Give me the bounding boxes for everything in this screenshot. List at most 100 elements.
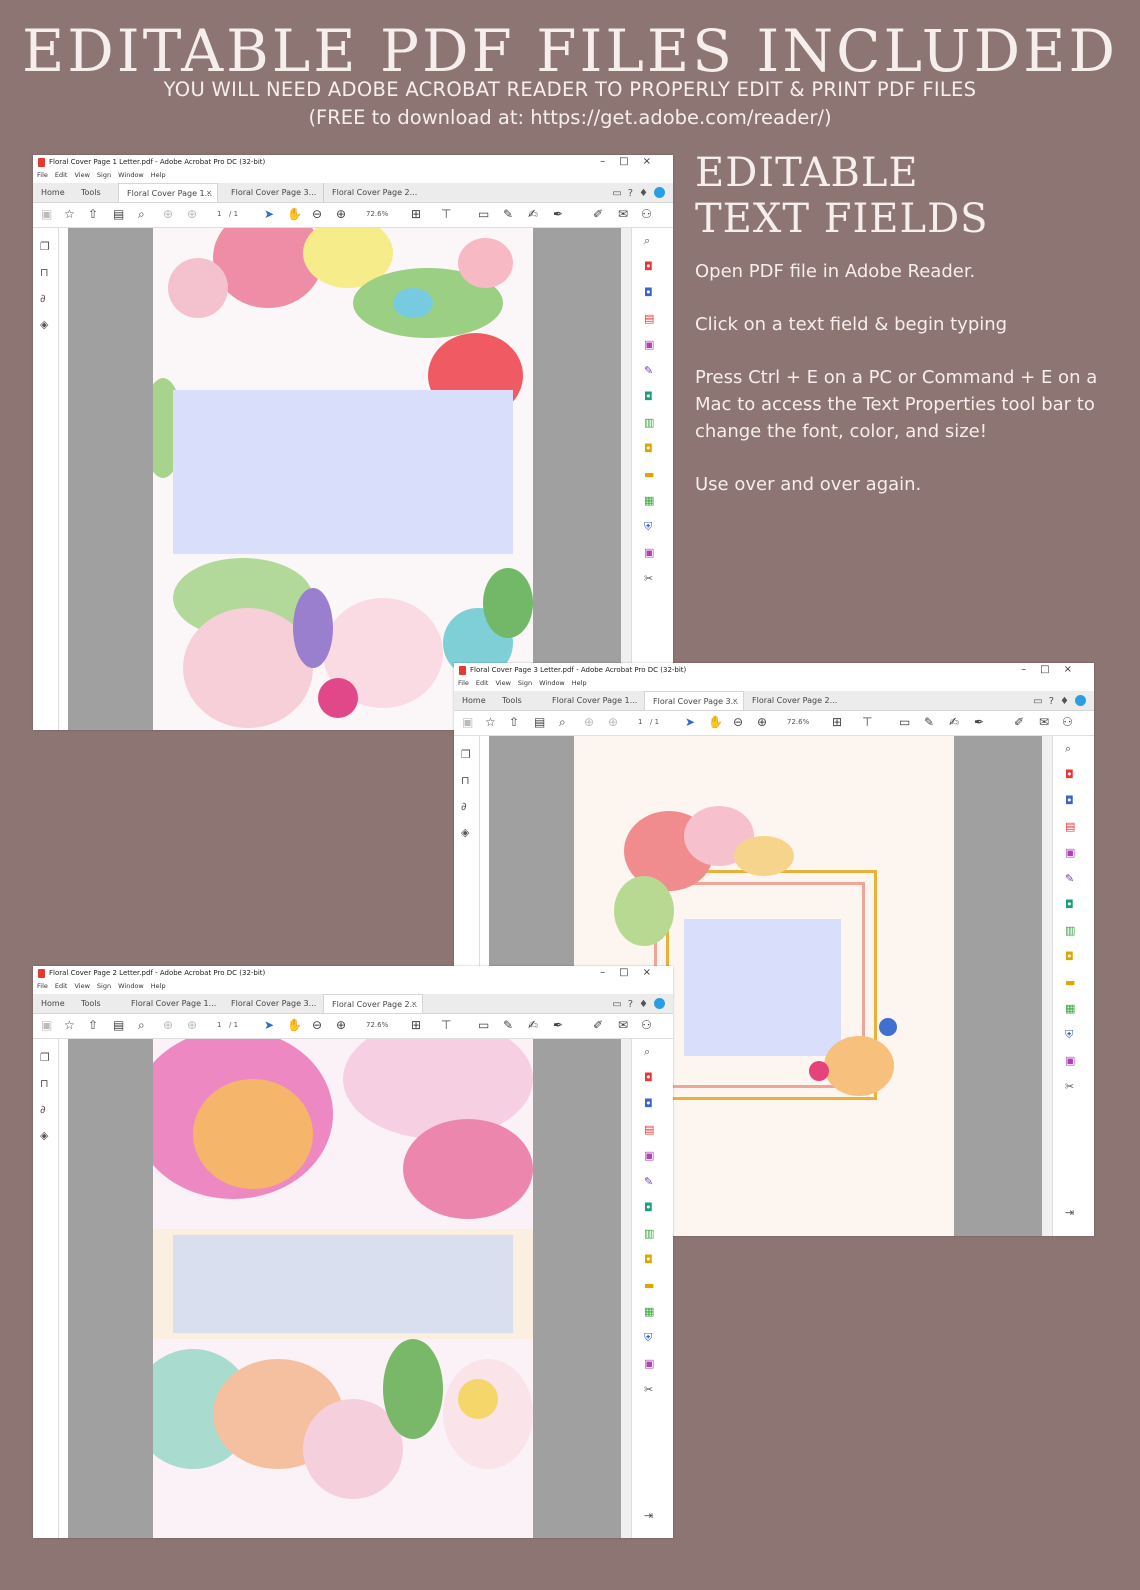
upload-icon[interactable]: ⇧ — [509, 715, 519, 729]
minimize-icon[interactable]: – — [1021, 664, 1040, 675]
organize-icon[interactable]: ▤ — [1065, 820, 1075, 833]
collapse-panel-icon[interactable]: ⇥ — [644, 1509, 653, 1522]
tab-close-icon[interactable]: × — [206, 184, 212, 203]
tab-doc-1[interactable]: Floral Cover Page 1... — [123, 994, 223, 1013]
menu-view[interactable]: View — [74, 171, 89, 179]
menu-edit[interactable]: Edit — [55, 982, 68, 990]
bell-icon[interactable]: ♦ — [639, 188, 654, 199]
menu-edit[interactable]: Edit — [476, 679, 489, 687]
sign-icon[interactable]: ✍ — [528, 207, 538, 221]
page-number-input[interactable]: 1 — [638, 718, 642, 726]
page-up-icon[interactable]: ⊕ — [163, 1018, 173, 1032]
menu-help[interactable]: Help — [151, 982, 166, 990]
print-icon[interactable]: ▤ — [113, 1018, 124, 1032]
zoom-out-icon[interactable]: ⊖ — [733, 715, 743, 729]
hand-icon[interactable]: ✋ — [287, 207, 302, 221]
attachment-icon[interactable]: ∂ — [40, 292, 46, 305]
save-icon[interactable]: ▣ — [41, 207, 52, 221]
fill-sign-icon[interactable]: ✐ — [593, 207, 603, 221]
stamp-icon[interactable]: ✒ — [553, 1018, 563, 1032]
tab-home[interactable]: Home — [33, 994, 73, 1013]
upload-icon[interactable]: ⇧ — [88, 207, 98, 221]
export-pdf-icon[interactable]: ◘ — [644, 1097, 653, 1110]
close-icon[interactable]: × — [1064, 664, 1086, 675]
zoom-search-icon[interactable]: ⌕ — [138, 1018, 145, 1033]
stamp-icon[interactable]: ✒ — [974, 715, 984, 729]
tab-doc-2[interactable]: Floral Cover Page 2... — [744, 691, 844, 710]
print-production-icon[interactable]: ▦ — [644, 1305, 654, 1318]
compare-icon[interactable]: ▥ — [644, 416, 654, 429]
menu-help[interactable]: Help — [572, 679, 587, 687]
stamp-tool-icon[interactable]: ▣ — [644, 1357, 654, 1370]
fill-sign-icon[interactable]: ✐ — [1014, 715, 1024, 729]
save-icon[interactable]: ▣ — [462, 715, 473, 729]
help-icon[interactable]: ? — [628, 999, 639, 1010]
tab-tools[interactable]: Tools — [73, 994, 118, 1013]
mail-icon[interactable]: ✉ — [618, 1018, 628, 1032]
edit-pdf-icon[interactable]: ▣ — [644, 338, 654, 351]
hand-icon[interactable]: ✋ — [708, 715, 723, 729]
vertical-scrollbar[interactable] — [621, 228, 631, 730]
menu-window[interactable]: Window — [118, 982, 144, 990]
menu-sign[interactable]: Sign — [97, 171, 111, 179]
maximize-icon[interactable]: □ — [1040, 664, 1063, 675]
bookmark-icon[interactable]: ⊓ — [40, 1077, 49, 1090]
zoom-in-icon[interactable]: ⊕ — [757, 715, 767, 729]
send-review-icon[interactable]: ◘ — [644, 390, 653, 403]
bookmark-icon[interactable]: ⊓ — [40, 266, 49, 279]
fill-sign-tool-icon[interactable]: ✎ — [644, 1175, 653, 1188]
comment-icon[interactable]: ▭ — [899, 715, 910, 729]
zoom-out-icon[interactable]: ⊖ — [312, 207, 322, 221]
zoom-level[interactable]: 72.6% — [787, 718, 809, 726]
sign-icon[interactable]: ✍ — [528, 1018, 538, 1032]
export-pdf-icon[interactable]: ◘ — [1065, 794, 1074, 807]
page-down-icon[interactable]: ⊕ — [187, 207, 197, 221]
menu-sign[interactable]: Sign — [97, 982, 111, 990]
upload-icon[interactable]: ⇧ — [88, 1018, 98, 1032]
save-icon[interactable]: ▣ — [41, 1018, 52, 1032]
tab-home[interactable]: Home — [454, 691, 494, 710]
organize-icon[interactable]: ▤ — [644, 1123, 654, 1136]
editable-text-field[interactable] — [684, 919, 841, 1056]
menu-window[interactable]: Window — [539, 679, 565, 687]
chat-icon[interactable]: ▭ — [1033, 696, 1048, 707]
layers-icon[interactable]: ◈ — [40, 318, 48, 331]
comment-icon[interactable]: ▭ — [478, 207, 489, 221]
tab-doc-3[interactable]: Floral Cover Page 3... — [223, 994, 323, 1013]
fit-page-icon[interactable]: ⊞ — [832, 715, 842, 729]
compare-icon[interactable]: ▥ — [644, 1227, 654, 1240]
shield-icon[interactable]: ⛨ — [644, 1331, 652, 1345]
stamp-tool-icon[interactable]: ▣ — [1065, 1054, 1075, 1067]
stamp-icon[interactable]: ✒ — [553, 207, 563, 221]
pen-icon[interactable]: ✎ — [503, 207, 513, 221]
tab-tools[interactable]: Tools — [73, 183, 118, 202]
print-icon[interactable]: ▤ — [534, 715, 545, 729]
comment-icon[interactable]: ▭ — [478, 1018, 489, 1032]
create-pdf-icon[interactable]: ◘ — [644, 260, 653, 273]
bell-icon[interactable]: ♦ — [639, 999, 654, 1010]
page-number-input[interactable]: 1 — [217, 1021, 221, 1029]
comment-tool-icon[interactable]: ▬ — [644, 1279, 654, 1292]
vertical-scrollbar[interactable] — [1042, 736, 1052, 1236]
bell-icon[interactable]: ♦ — [1060, 696, 1075, 707]
mail-icon[interactable]: ✉ — [618, 207, 628, 221]
star-icon[interactable]: ☆ — [64, 207, 75, 221]
close-icon[interactable]: × — [643, 156, 665, 167]
zoom-level[interactable]: 72.6% — [366, 210, 388, 218]
menu-file[interactable]: File — [37, 982, 48, 990]
tab-doc-3[interactable]: Floral Cover Page 3... × — [644, 691, 744, 710]
export-pdf-icon[interactable]: ◘ — [644, 286, 653, 299]
scroll-mode-icon[interactable]: ⊤ — [441, 1018, 451, 1032]
create-pdf-icon[interactable]: ◘ — [1065, 768, 1074, 781]
star-icon[interactable]: ☆ — [485, 715, 496, 729]
tab-doc-2[interactable]: Floral Cover Page 2... — [323, 183, 423, 202]
fill-sign-tool-icon[interactable]: ✎ — [644, 364, 653, 377]
scroll-mode-icon[interactable]: ⊤ — [441, 207, 451, 221]
edit-pdf-icon[interactable]: ▣ — [644, 1149, 654, 1162]
zoom-in-icon[interactable]: ⊕ — [336, 1018, 346, 1032]
zoom-in-icon[interactable]: ⊕ — [336, 207, 346, 221]
zoom-tool-icon[interactable]: ⌕ — [1065, 742, 1071, 756]
tab-doc-1[interactable]: Floral Cover Page 1... × — [118, 183, 218, 202]
send-review-icon[interactable]: ◘ — [644, 1201, 653, 1214]
document-viewer[interactable] — [68, 1039, 621, 1538]
